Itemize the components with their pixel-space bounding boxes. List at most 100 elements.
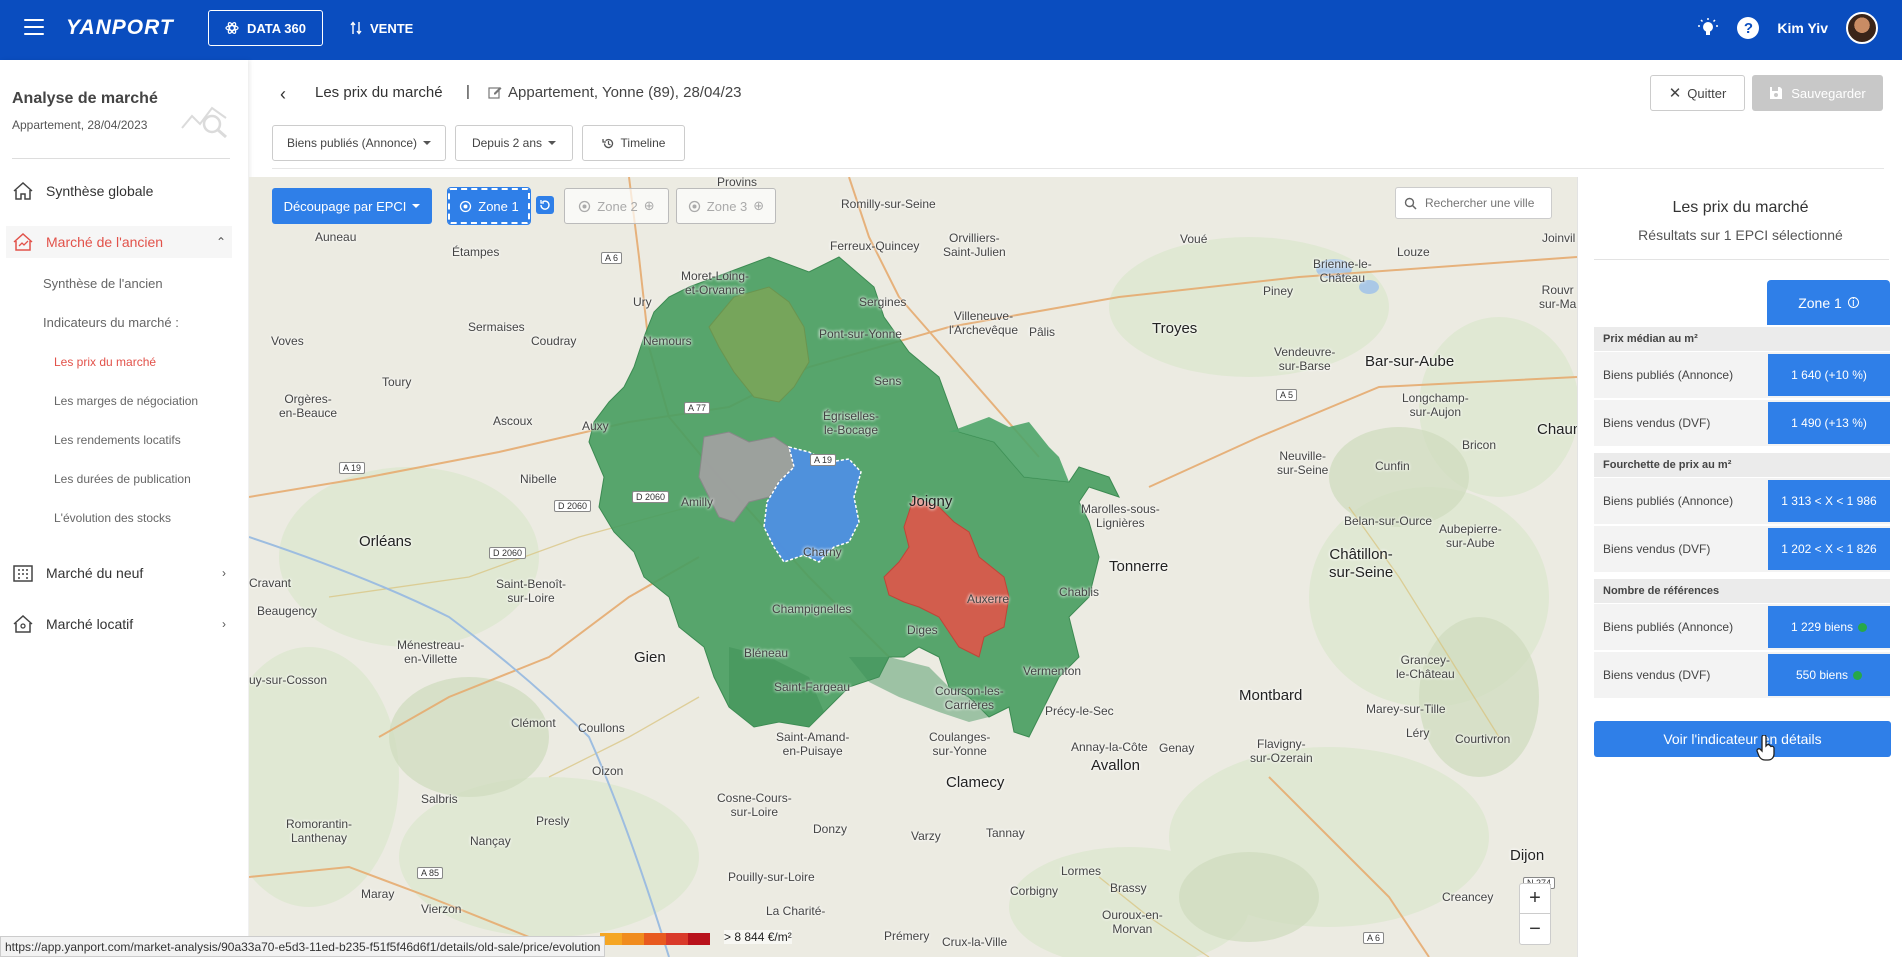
zone1-tab[interactable]: Zone 1 i: [1767, 280, 1890, 325]
quit-label: Quitter: [1687, 85, 1727, 101]
map-label: Chaum: [1537, 421, 1577, 438]
help-icon[interactable]: ?: [1737, 17, 1760, 39]
road-shield: D 2060: [632, 491, 670, 503]
map-label: Aubepierre-sur-Aube: [1439, 522, 1502, 551]
map-label: Auxy: [582, 419, 609, 433]
sidebar-item-marche-ancien[interactable]: Marché de l'ancien ⌃: [6, 226, 232, 258]
info-icon[interactable]: i: [1847, 297, 1859, 309]
zone3-button[interactable]: Zone 3 ⊕: [676, 188, 776, 224]
sidebar-indicator-prix-marche[interactable]: Les prix du marché: [54, 355, 156, 369]
old-house-icon: [13, 232, 33, 251]
avatar[interactable]: [1846, 12, 1878, 44]
row-value-cell: 1 229 biens: [1768, 606, 1890, 648]
vente-button[interactable]: VENTE: [350, 10, 413, 46]
sidebar-indicator-marges[interactable]: Les marges de négociation: [54, 394, 198, 408]
row-value: 1 202 < X < 1 826: [1768, 528, 1890, 570]
map-label: Crux-la-Ville: [942, 935, 1008, 949]
close-icon: ✕: [1668, 85, 1682, 102]
map-label: Presly: [536, 814, 570, 828]
sidebar-item-synthese-globale[interactable]: Synthèse globale: [12, 175, 232, 207]
view-details-button[interactable]: Voir l'indicateur en détails: [1594, 721, 1891, 757]
map-label: La Charité-: [766, 904, 826, 918]
map-label: Bléneau: [744, 646, 789, 660]
map-label: Auxerre: [967, 592, 1010, 606]
atom-icon: [225, 22, 239, 34]
road-shield: A 6: [601, 252, 623, 264]
top-navigation-bar: YANPORT DATA 360 VENTE ? Kim Yiv: [0, 0, 1902, 60]
map-label: Coullons: [578, 721, 625, 735]
map-label: Marey-sur-Tille: [1366, 702, 1446, 716]
zone3-label: Zone 3: [706, 198, 748, 214]
lightbulb-icon[interactable]: [1697, 17, 1719, 39]
sidebar-indicator-stocks[interactable]: L'évolution des stocks: [54, 511, 171, 525]
timeline-button[interactable]: Timeline: [582, 125, 685, 161]
sidebar-item-label: Synthèse globale: [46, 183, 154, 199]
zoom-in-button[interactable]: +: [1520, 884, 1550, 914]
map-label: Salbris: [421, 792, 458, 806]
zone2-label: Zone 2: [597, 198, 638, 214]
target-icon: [460, 200, 472, 212]
save-button[interactable]: Sauvegarder: [1752, 75, 1883, 111]
map-label: Égriselles-le-Bocage: [823, 409, 880, 438]
sidebar-item-marche-locatif[interactable]: Marché locatif ›: [12, 608, 232, 640]
sidebar-item-marche-neuf[interactable]: Marché du neuf ›: [12, 557, 232, 589]
caret-down-icon: [412, 204, 421, 208]
data360-button[interactable]: DATA 360: [208, 10, 323, 46]
section-header: Prix médian au m²: [1594, 327, 1890, 351]
quit-button[interactable]: ✕ Quitter: [1650, 75, 1745, 111]
edit-icon[interactable]: [488, 85, 502, 99]
road-shield: A 77: [684, 402, 711, 414]
table-row: Biens vendus (DVF) 550 biens: [1594, 652, 1890, 698]
map-label: Châtillon-sur-Seine: [1329, 546, 1394, 581]
table-row: Biens vendus (DVF) 1 202 < X < 1 826: [1594, 526, 1890, 572]
map-label: Tonnerre: [1109, 558, 1169, 575]
chevron-right-icon[interactable]: ›: [222, 617, 226, 631]
target-icon: [688, 200, 700, 212]
map-label: Villeneuve-l'Archevêque: [949, 309, 1018, 338]
save-label: Sauvegarder: [1791, 85, 1866, 101]
user-name[interactable]: Kim Yiv: [1777, 20, 1828, 36]
swap-arrows-icon: [350, 21, 362, 35]
page-title: Les prix du marché: [315, 84, 443, 101]
sidebar-subitem-synthese-ancien[interactable]: Synthèse de l'ancien: [43, 276, 163, 291]
sidebar-indicator-durees[interactable]: Les durées de publication: [54, 472, 191, 486]
map[interactable]: Provins Romilly-sur-Seine Auneau Étampes…: [249, 177, 1577, 957]
table-row: Biens publiés (Annonce) 1 313 < X < 1 98…: [1594, 478, 1890, 524]
map-label: Précy-le-Sec: [1045, 704, 1114, 718]
sidebar-divider: [12, 158, 230, 159]
decoupage-label: Découpage par EPCI: [283, 198, 407, 214]
period-filter-value: Depuis 2 ans: [471, 136, 543, 150]
source-filter-value: Biens publiés (Annonce): [286, 136, 418, 150]
analysis-subtitle: Appartement, Yonne (89), 28/04/23: [508, 84, 742, 101]
map-label: Moret-Loing-et-Orvanne: [681, 269, 750, 298]
decoupage-dropdown-button[interactable]: Découpage par EPCI: [272, 188, 432, 224]
map-label: Ferreux-Quincey: [830, 239, 920, 253]
legend-swatch: [622, 933, 644, 945]
zone1-button[interactable]: Zone 1: [447, 187, 531, 225]
city-search-input[interactable]: [1425, 196, 1545, 210]
back-arrow-icon[interactable]: ‹: [280, 84, 286, 105]
map-label: Vendeuvre-sur-Barse: [1274, 345, 1336, 374]
map-label: Flavigny-sur-Ozerain: [1250, 737, 1313, 766]
row-label: Biens publiés (Annonce): [1603, 368, 1734, 382]
yanport-logo[interactable]: YANPORT: [66, 16, 174, 40]
user-area: ? Kim Yiv: [1697, 12, 1878, 44]
map-label: Orvilliers- Saint-Julien: [943, 231, 1006, 260]
road-shield: A 6: [1363, 932, 1385, 944]
zone2-button[interactable]: Zone 2 ⊕: [564, 188, 669, 224]
city-search-box[interactable]: [1395, 187, 1552, 219]
zoom-out-button[interactable]: −: [1520, 914, 1550, 944]
map-label: Cosne-Cours-sur-Loire: [717, 791, 792, 820]
period-filter-select[interactable]: Depuis 2 ans: [455, 125, 573, 161]
sidebar-title: Analyse de marché: [12, 90, 158, 107]
refresh-icon[interactable]: [536, 196, 554, 214]
panel-subtitle: Résultats sur 1 EPCI sélectionné: [1638, 227, 1843, 243]
chevron-up-icon[interactable]: ⌃: [216, 235, 226, 249]
map-label: Sergines: [859, 295, 907, 309]
map-label: Beaugency: [257, 604, 318, 618]
menu-icon[interactable]: [24, 19, 44, 35]
source-filter-select[interactable]: Biens publiés (Annonce): [272, 125, 446, 161]
chevron-right-icon[interactable]: ›: [222, 566, 226, 580]
sidebar-indicator-rendements[interactable]: Les rendements locatifs: [54, 433, 181, 447]
table-row: Biens vendus (DVF) 1 490 (+13 %): [1594, 400, 1890, 446]
